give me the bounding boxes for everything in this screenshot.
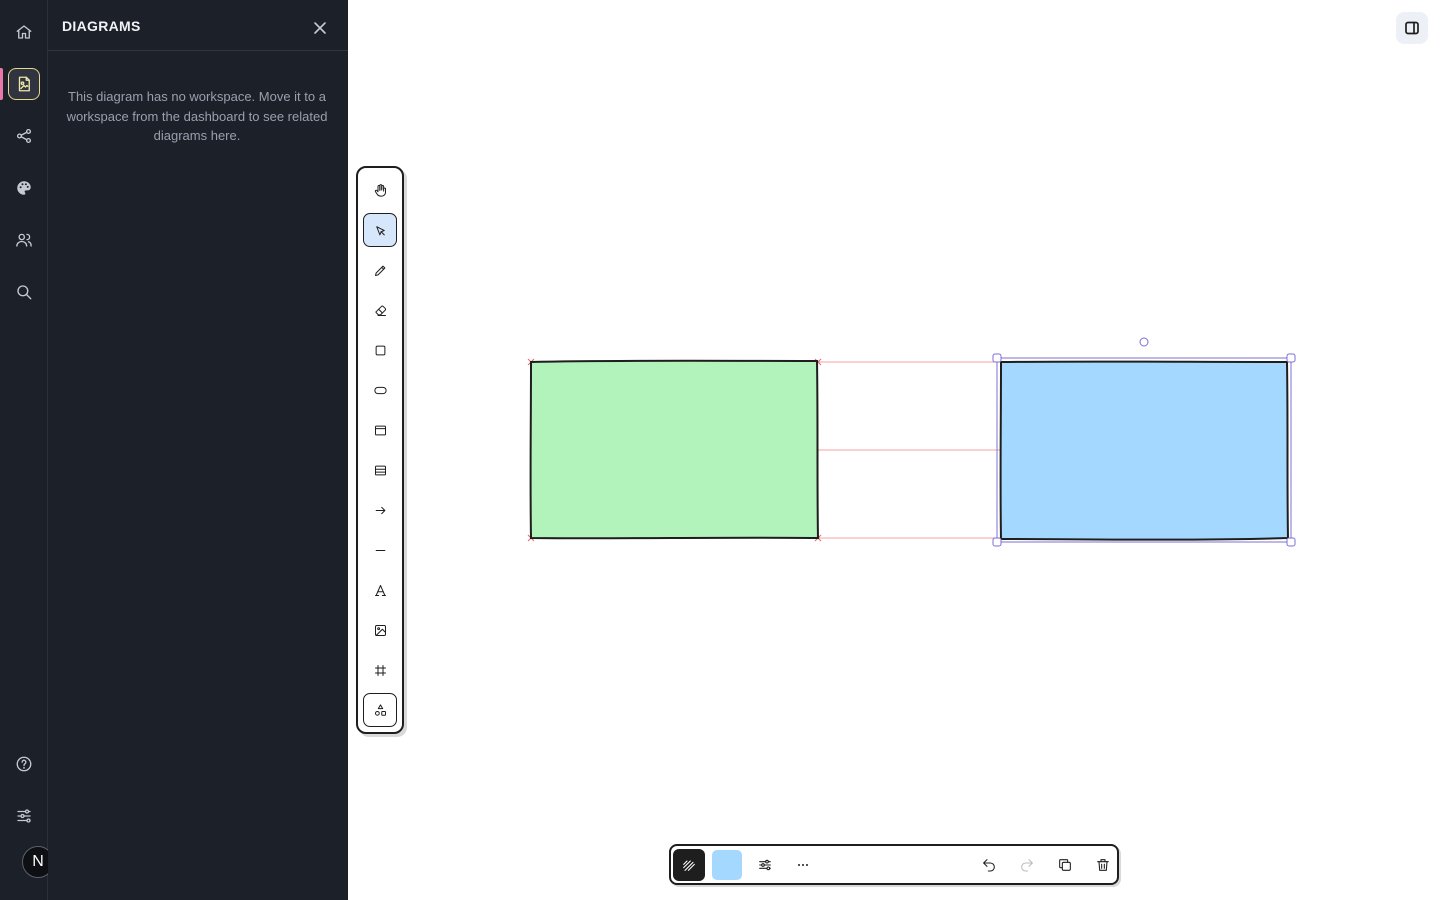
table-icon [374,465,386,475]
diagrams-panel: DIAGRAMS This diagram has no workspace. … [48,0,348,900]
avatar-initial: N [32,853,44,870]
line-icon [375,549,385,551]
fill-color-swatch [712,850,742,880]
image-tool[interactable] [363,613,397,647]
pill-icon [373,386,387,394]
frame-tool[interactable] [363,653,397,687]
rounded-rectangle-tool[interactable] [363,373,397,407]
stroke-style-button[interactable] [673,849,705,881]
sliders-icon [17,809,31,823]
shapes-icon [374,703,386,716]
sliders-icon [759,859,771,871]
line-tool[interactable] [363,533,397,567]
resize-handle-sw[interactable] [992,537,1002,547]
share-button[interactable] [8,120,40,152]
trash-icon [1097,859,1109,871]
pencil-icon [374,265,385,276]
nav-rail: N [0,0,54,900]
blue-rectangle[interactable] [999,360,1290,541]
sidebar-icon [1405,21,1419,35]
table-tool[interactable] [363,453,397,487]
theme-button[interactable] [8,172,40,204]
select-tool[interactable] [363,213,397,247]
palette-icon [17,181,31,195]
image-icon [374,624,386,636]
undo-icon [983,859,995,872]
copy-icon [1059,859,1071,871]
pencil-tool[interactable] [363,253,397,287]
close-panel-button[interactable] [306,14,334,42]
diagrams-button[interactable] [8,68,40,100]
eraser-icon [374,305,386,316]
rectangle-tool[interactable] [363,333,397,367]
tool-palette [356,166,404,734]
panel-title: DIAGRAMS [62,18,141,34]
help-circle-icon [16,756,32,772]
resize-handle-nw[interactable] [992,353,1002,363]
shapes-library-tool[interactable] [363,693,397,727]
undo-button[interactable] [973,849,1005,881]
arrow-tool[interactable] [363,493,397,527]
users-icon [16,233,32,247]
drawing-canvas[interactable] [348,0,1440,900]
window-icon [374,425,386,435]
panel-header: DIAGRAMS [48,0,348,51]
resize-handle-ne[interactable] [1286,353,1296,363]
search-icon [17,285,32,300]
rotate-handle[interactable] [1139,337,1149,347]
square-icon [375,345,385,355]
collaborators-button[interactable] [8,224,40,256]
text-tool[interactable] [363,573,397,607]
properties-button[interactable] [749,849,781,881]
fill-color-button[interactable] [711,849,743,881]
arrow-right-icon [375,506,385,514]
search-button[interactable] [8,276,40,308]
hand-icon [374,183,386,197]
more-options-button[interactable] [787,849,819,881]
home-icon [16,25,32,39]
share-icon [16,128,32,144]
text-icon [374,584,386,596]
hand-tool[interactable] [363,173,397,207]
redo-icon [1021,859,1033,872]
ellipsis-icon [798,864,808,866]
hatch-icon [683,860,695,871]
no-workspace-message: This diagram has no workspace. Move it t… [66,89,328,143]
settings-button[interactable] [8,800,40,832]
close-icon [314,22,326,34]
duplicate-button[interactable] [1049,849,1081,881]
green-rectangle[interactable] [529,359,820,540]
toggle-sidebar-button[interactable] [1396,12,1428,44]
home-button[interactable] [8,16,40,48]
window-tool[interactable] [363,413,397,447]
hash-icon [374,664,386,676]
diagram-file-icon [18,76,30,92]
redo-button[interactable] [1011,849,1043,881]
selection-toolbar [669,844,1119,885]
pointer-icon [375,225,385,235]
help-button[interactable] [8,748,40,780]
resize-handle-se[interactable] [1286,537,1296,547]
active-indicator [0,68,3,100]
eraser-tool[interactable] [363,293,397,327]
delete-button[interactable] [1087,849,1119,881]
